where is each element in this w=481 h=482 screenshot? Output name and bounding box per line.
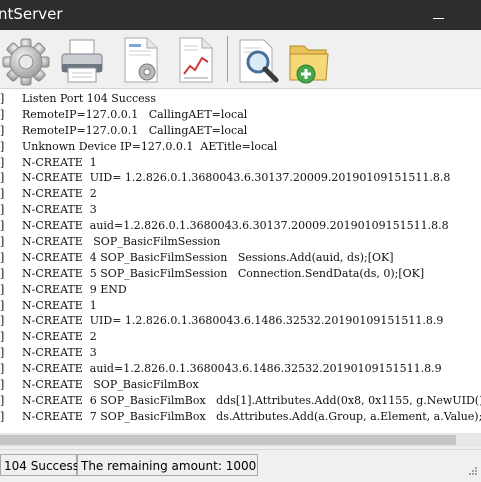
log-line: ] N-CREATE auid=1.2.826.0.1.3680043.6.301… bbox=[0, 218, 481, 234]
log-line-bracket: ] bbox=[0, 266, 5, 280]
log-line-text: N-CREATE 9 END bbox=[22, 282, 127, 296]
log-line-bracket: ] bbox=[0, 282, 5, 296]
report-button[interactable] bbox=[172, 34, 222, 86]
log-line-text: N-CREATE 7 SOP_BasicFilmBox ds.Attribute… bbox=[22, 409, 481, 423]
toolbar bbox=[0, 30, 481, 89]
folder-add-icon bbox=[289, 45, 329, 84]
log-line-text: N-CREATE UID= 1.2.826.0.1.3680043.6.1486… bbox=[22, 314, 444, 328]
log-line: ] N-CREATE SOP_BasicFilmBox bbox=[0, 377, 481, 393]
log-line-bracket: ] bbox=[0, 203, 5, 217]
log-line: ] N-CREATE 3 bbox=[0, 202, 481, 218]
log-line-text: N-CREATE 3 bbox=[22, 346, 97, 360]
log-line: ] N-CREATE 4 SOP_BasicFilmSession Session… bbox=[0, 250, 481, 266]
log-line: ] N-CREATE 3 bbox=[0, 345, 481, 361]
log-line-bracket: ] bbox=[0, 314, 5, 328]
log-line-bracket: ] bbox=[0, 378, 5, 392]
log-panel[interactable]: ] Listen Port 104 Success] RemoteIP=127.0.… bbox=[0, 89, 481, 433]
log-line-text: N-CREATE 2 bbox=[22, 330, 97, 344]
log-line-text: N-CREATE 3 bbox=[22, 203, 97, 217]
gear-icon bbox=[2, 38, 50, 86]
log-line: ] Listen Port 104 Success bbox=[0, 91, 481, 107]
log-line-bracket: ] bbox=[0, 187, 5, 201]
log-line-bracket: ] bbox=[0, 123, 5, 137]
log-line-text: Unknown Device IP=127.0.0.1 AETitle=loca… bbox=[22, 139, 278, 153]
log-line-text: N-CREATE 5 SOP_BasicFilmSession Connecti… bbox=[22, 266, 425, 280]
log-line: ] N-CREATE 2 bbox=[0, 186, 481, 202]
log-line-text: N-CREATE SOP_BasicFilmBox bbox=[22, 378, 199, 392]
log-list: ] Listen Port 104 Success] RemoteIP=127.0.… bbox=[0, 91, 481, 425]
log-line-bracket: ] bbox=[0, 92, 5, 105]
log-line-text: N-CREATE 6 SOP_BasicFilmBox dds[1].Attri… bbox=[22, 393, 481, 407]
status-remaining: The remaining amount: 1000 bbox=[77, 454, 258, 476]
log-line-bracket: ] bbox=[0, 107, 5, 121]
log-line-text: N-CREATE UID= 1.2.826.0.1.3680043.6.3013… bbox=[22, 171, 451, 185]
log-line: ] RemoteIP=127.0.0.1 CallingAET=local bbox=[0, 107, 481, 123]
print-button[interactable] bbox=[57, 34, 107, 86]
log-line-text: Listen Port 104 Success bbox=[22, 92, 156, 105]
log-line: ] N-CREATE 7 SOP_BasicFilmBox ds.Attribut… bbox=[0, 409, 481, 425]
log-line-bracket: ] bbox=[0, 171, 5, 185]
log-line: ] N-CREATE 5 SOP_BasicFilmSession Connect… bbox=[0, 266, 481, 282]
toolbar-separator bbox=[227, 36, 228, 82]
log-line: ] N-CREATE 6 SOP_BasicFilmBox dds[1].Attr… bbox=[0, 393, 481, 409]
log-line-bracket: ] bbox=[0, 139, 5, 153]
printer-icon bbox=[61, 39, 103, 83]
document-gear-icon bbox=[124, 37, 158, 83]
log-line-text: N-CREATE auid=1.2.826.0.1.3680043.6.1486… bbox=[22, 362, 442, 376]
log-line-bracket: ] bbox=[0, 250, 5, 264]
log-line: ] N-CREATE 9 END bbox=[0, 282, 481, 298]
status-bar: 104 Success The remaining amount: 1000 bbox=[0, 449, 481, 482]
log-line: ] N-CREATE 1 bbox=[0, 155, 481, 171]
log-line-bracket: ] bbox=[0, 219, 5, 233]
log-line-bracket: ] bbox=[0, 393, 5, 407]
document-chart-icon bbox=[179, 37, 213, 83]
log-line-text: N-CREATE SOP_BasicFilmSession bbox=[22, 235, 221, 249]
log-line-text: N-CREATE auid=1.2.826.0.1.3680043.6.3013… bbox=[22, 219, 449, 233]
horizontal-scrollbar[interactable] bbox=[0, 433, 481, 447]
settings-button[interactable] bbox=[2, 34, 52, 86]
log-line-text: RemoteIP=127.0.0.1 CallingAET=local bbox=[22, 123, 248, 137]
status-port: 104 Success bbox=[0, 454, 79, 476]
search-button[interactable] bbox=[234, 34, 284, 86]
log-line-text: RemoteIP=127.0.0.1 CallingAET=local bbox=[22, 107, 248, 121]
log-line: ] N-CREATE SOP_BasicFilmSession bbox=[0, 234, 481, 250]
log-line-text: N-CREATE 1 bbox=[22, 155, 97, 169]
log-line: ] Unknown Device IP=127.0.0.1 AETitle=loc… bbox=[0, 139, 481, 155]
magnifier-document-icon bbox=[239, 39, 279, 83]
log-line-text: N-CREATE 4 SOP_BasicFilmSession Sessions… bbox=[22, 250, 394, 264]
log-line: ] N-CREATE 1 bbox=[0, 298, 481, 314]
log-line-bracket: ] bbox=[0, 155, 5, 169]
scrollbar-thumb[interactable] bbox=[0, 435, 456, 445]
log-line-bracket: ] bbox=[0, 362, 5, 376]
log-line: ] N-CREATE 2 bbox=[0, 329, 481, 345]
log-line-bracket: ] bbox=[0, 346, 5, 360]
log-line: ] N-CREATE auid=1.2.826.0.1.3680043.6.148… bbox=[0, 361, 481, 377]
title-bar: ntServer bbox=[0, 0, 481, 30]
log-line-bracket: ] bbox=[0, 409, 5, 423]
window-title: ntServer bbox=[0, 5, 63, 23]
minimize-button[interactable] bbox=[431, 10, 447, 22]
config-document-button[interactable] bbox=[117, 34, 167, 86]
log-line-bracket: ] bbox=[0, 235, 5, 249]
add-folder-button[interactable] bbox=[286, 34, 336, 86]
resize-grip[interactable] bbox=[466, 466, 478, 478]
log-line-text: N-CREATE 1 bbox=[22, 298, 97, 312]
log-line: ] N-CREATE UID= 1.2.826.0.1.3680043.6.301… bbox=[0, 170, 481, 186]
log-line: ] N-CREATE UID= 1.2.826.0.1.3680043.6.148… bbox=[0, 313, 481, 329]
log-line-text: N-CREATE 2 bbox=[22, 187, 97, 201]
log-line-bracket: ] bbox=[0, 298, 5, 312]
log-line: ] RemoteIP=127.0.0.1 CallingAET=local bbox=[0, 123, 481, 139]
log-line-bracket: ] bbox=[0, 330, 5, 344]
